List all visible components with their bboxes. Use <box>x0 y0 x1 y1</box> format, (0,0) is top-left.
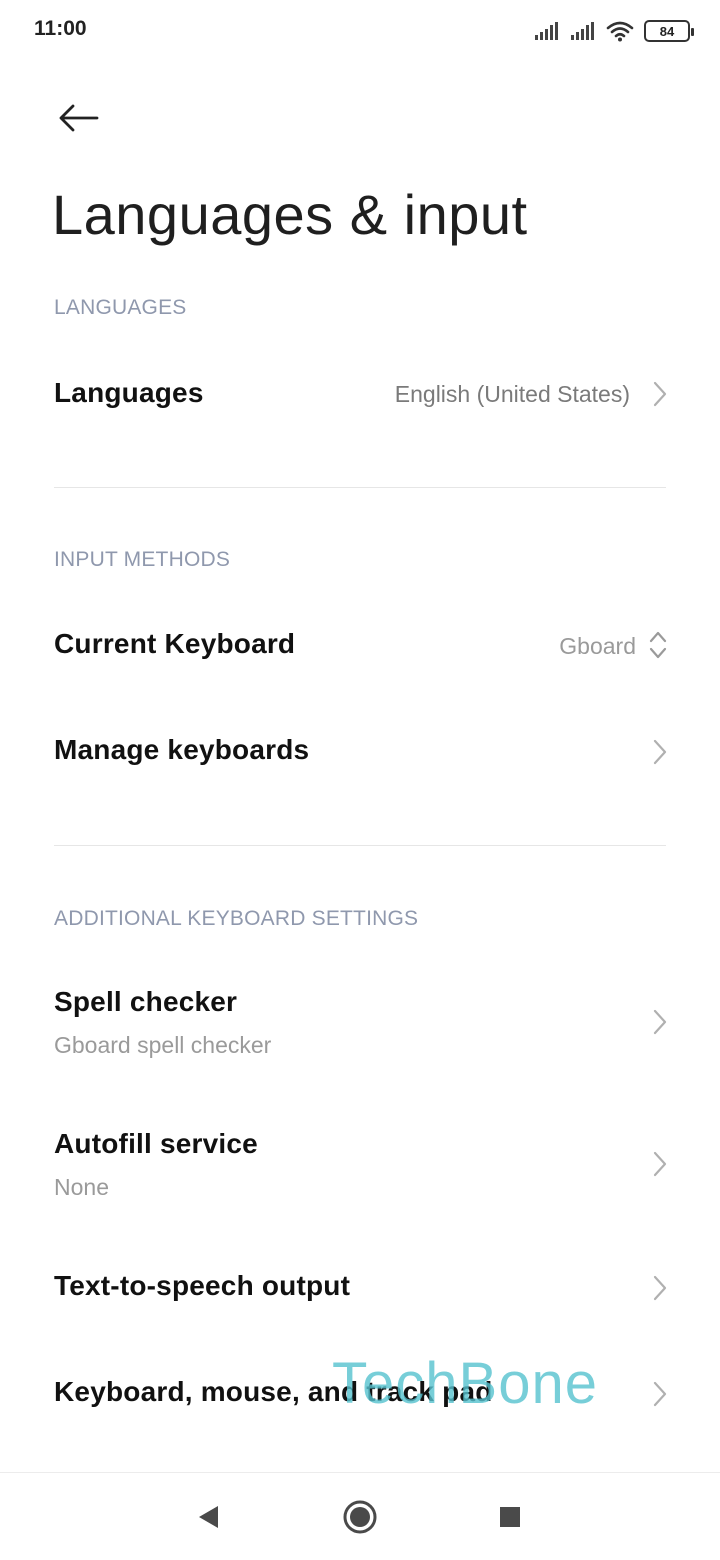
arrow-left-icon <box>59 104 99 132</box>
divider <box>54 487 666 488</box>
navigation-bar <box>0 1472 720 1560</box>
chevron-right-icon <box>653 381 667 407</box>
page-title: Languages & input <box>52 183 528 246</box>
chevron-right-icon <box>653 1151 667 1177</box>
row-title: Text-to-speech output <box>54 1270 351 1301</box>
settings-row-autofill-service[interactable]: Autofill service None <box>0 1112 720 1222</box>
row-title: Spell checker <box>54 986 238 1017</box>
chevron-right-icon <box>653 1009 667 1035</box>
row-title: Keyboard, mouse, and track pad <box>54 1376 493 1407</box>
wifi-icon <box>606 21 634 42</box>
chevron-right-icon <box>653 1381 667 1407</box>
signal-icon <box>571 22 594 40</box>
settings-row-text-to-speech[interactable]: Text-to-speech output <box>0 1244 720 1334</box>
row-title: Current Keyboard <box>54 628 296 659</box>
nav-recents-button[interactable] <box>486 1493 534 1541</box>
home-circle-icon <box>343 1500 377 1534</box>
row-title: Manage keyboards <box>54 734 310 765</box>
section-header-input-methods: INPUT METHODS <box>54 548 231 571</box>
status-icons: 84 <box>534 18 694 44</box>
chevron-up-down-icon <box>649 631 667 659</box>
row-title: Languages <box>54 377 204 408</box>
nav-back-button[interactable] <box>184 1493 232 1541</box>
nav-home-button[interactable] <box>336 1493 384 1541</box>
section-header-languages: LANGUAGES <box>54 296 187 319</box>
recents-square-icon <box>500 1507 520 1527</box>
settings-row-manage-keyboards[interactable]: Manage keyboards <box>0 708 720 798</box>
back-triangle-icon <box>199 1506 218 1528</box>
settings-row-languages[interactable]: Languages English (United States) <box>0 350 720 440</box>
status-bar: 11:00 84 <box>0 0 720 62</box>
row-title: Autofill service <box>54 1128 258 1159</box>
chevron-right-icon <box>653 1275 667 1301</box>
settings-row-keyboard-mouse-trackpad[interactable]: Keyboard, mouse, and track pad <box>0 1350 720 1440</box>
status-time: 11:00 <box>34 17 87 40</box>
row-value: Gboard <box>559 633 636 659</box>
signal-icon <box>535 22 558 40</box>
row-subtitle: Gboard spell checker <box>54 1032 272 1058</box>
section-header-additional-keyboard-settings: ADDITIONAL KEYBOARD SETTINGS <box>54 907 419 930</box>
row-subtitle: None <box>54 1174 109 1200</box>
battery-icon: 84 <box>644 20 694 42</box>
settings-row-spell-checker[interactable]: Spell checker Gboard spell checker <box>0 970 720 1080</box>
divider <box>54 845 666 846</box>
settings-screen: 11:00 84 Languages & input LANGUAGES Lan… <box>0 0 720 1560</box>
row-value: English (United States) <box>394 381 630 407</box>
chevron-right-icon <box>653 739 667 765</box>
back-button[interactable] <box>52 96 104 140</box>
battery-level: 84 <box>659 23 675 39</box>
settings-row-current-keyboard[interactable]: Current Keyboard Gboard <box>0 602 720 692</box>
